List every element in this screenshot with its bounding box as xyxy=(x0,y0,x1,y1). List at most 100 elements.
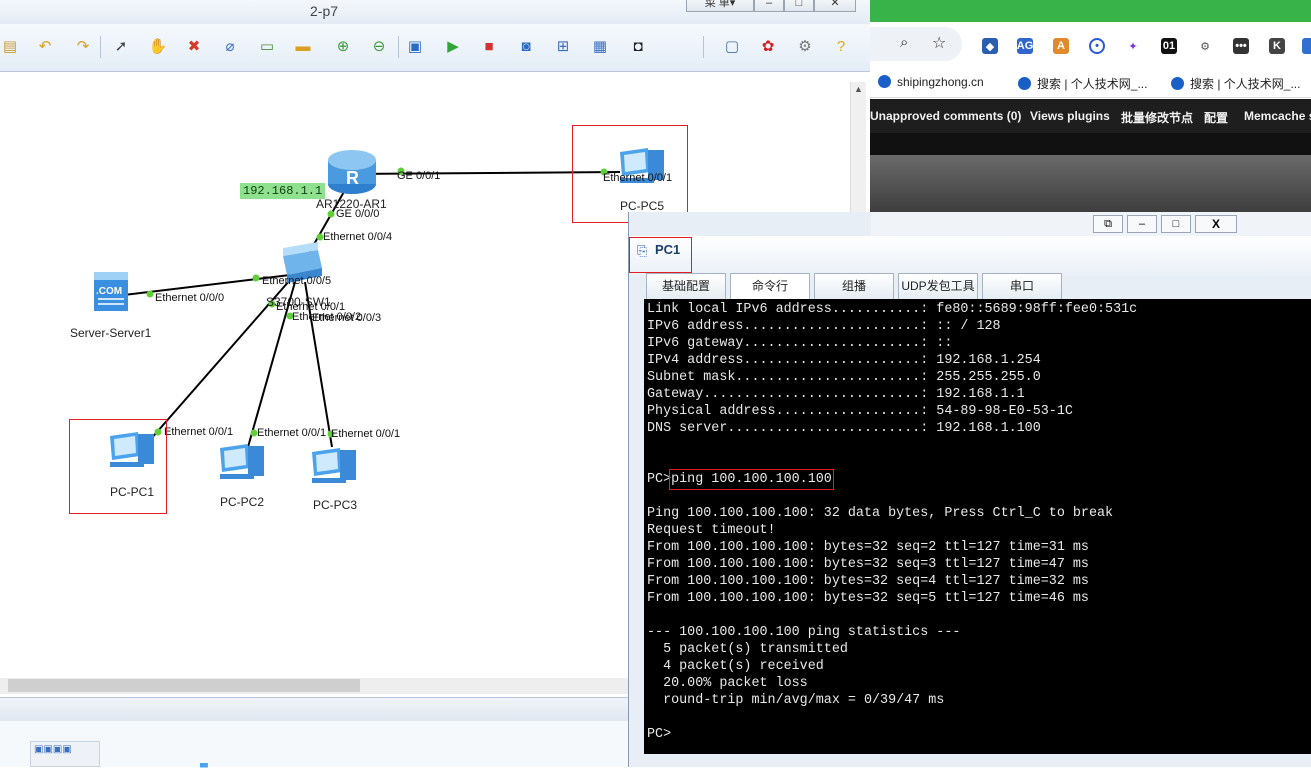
admin-link[interactable]: Views plugins xyxy=(1030,109,1110,123)
hand-drag-icon[interactable]: ✋ xyxy=(148,38,168,56)
address-bar[interactable]: ⌕ ☆ xyxy=(870,27,962,61)
switch-port-e004: Ethernet 0/0/4 xyxy=(323,231,393,243)
admin-link[interactable]: 配置 xyxy=(1204,109,1228,126)
scroll-up-arrow-icon[interactable]: ▲ xyxy=(854,84,863,94)
page-header-gray xyxy=(870,155,1311,212)
pc2-label[interactable]: PC-PC2 xyxy=(220,495,264,509)
switch-port-e003: Ethernet 0/0/3 xyxy=(312,312,382,324)
pc3-label[interactable]: PC-PC3 xyxy=(313,498,357,512)
tab-basic-config[interactable]: 基础配置 xyxy=(646,273,726,299)
pc2-icon xyxy=(220,444,264,479)
browser-window: ⌕ ☆ ◆ AG A • ✦ 01 ⚙ ••• K shipingzhong.c… xyxy=(870,0,1311,212)
zoom-out-icon[interactable]: ⊖ xyxy=(369,38,389,56)
pc1-header: ⎘ PC1 xyxy=(629,236,1311,276)
terminal-line: From 100.100.100.100: bytes=32 seq=3 ttl… xyxy=(647,557,1089,572)
sparkle-extension-icon[interactable]: ✦ xyxy=(1125,38,1141,54)
terminal-line: --- 100.100.100.100 ping statistics --- xyxy=(647,625,961,640)
pc1-title-bar: ⧉ – □ X xyxy=(871,212,1311,236)
pc1-title-selection-box xyxy=(629,237,692,273)
settings-gear-icon[interactable]: ⚙ xyxy=(795,38,815,56)
screenshot-icon[interactable]: ◘ xyxy=(628,38,648,56)
ensp-window-buttons: 菜 单▾ – □ ✕ xyxy=(686,0,856,12)
device-palette[interactable]: ▣▣▣▣ xyxy=(30,741,100,767)
browser-tab-strip xyxy=(870,0,1311,22)
terminal-line: DNS server........................: 192.… xyxy=(647,421,1041,436)
pc1-minimize-button[interactable]: – xyxy=(1127,215,1157,233)
ag-extension-icon[interactable]: AG xyxy=(1017,38,1033,54)
capture-icon[interactable]: ◙ xyxy=(516,38,536,56)
dots-extension-icon[interactable]: ••• xyxy=(1233,38,1249,54)
extension-icon[interactable] xyxy=(1302,38,1311,54)
device-palette-icon[interactable]: ▣▣▣▣ xyxy=(34,744,72,755)
undo-icon[interactable]: ↶ xyxy=(35,38,55,56)
restore-button[interactable]: ⧉ xyxy=(1093,215,1123,233)
pc1-maximize-button[interactable]: □ xyxy=(1161,215,1191,233)
extension-icon[interactable]: ◆ xyxy=(982,38,998,54)
toolbar-separator xyxy=(100,36,101,58)
help-icon[interactable]: ? xyxy=(831,38,851,56)
router-port-ge001: GE 0/0/1 xyxy=(397,170,441,182)
chat-icon[interactable]: ▢ xyxy=(722,38,742,56)
delete-icon[interactable]: ✖ xyxy=(184,38,204,56)
tab-multicast[interactable]: 组播 xyxy=(814,273,894,299)
terminal-line: Physical address..................: 54-8… xyxy=(647,404,1073,419)
menu-button[interactable]: 菜 单▾ xyxy=(686,0,754,12)
bookmark-favicon-icon xyxy=(878,75,891,88)
close-button[interactable]: ✕ xyxy=(814,0,856,12)
pc1-selection-box xyxy=(69,419,167,514)
tab-udp-tool[interactable]: UDP发包工具 xyxy=(898,273,978,299)
bookmark-item[interactable]: shipingzhong.cn xyxy=(878,75,984,89)
admin-link[interactable]: Memcache s xyxy=(1244,109,1311,123)
terminal-line: From 100.100.100.100: bytes=32 seq=5 ttl… xyxy=(647,591,1089,606)
huawei-logo-icon[interactable]: ✿ xyxy=(758,38,778,56)
fit-view-icon[interactable]: ▣ xyxy=(405,38,425,56)
zoom-in-icon[interactable]: ⊕ xyxy=(333,38,353,56)
minimize-button[interactable]: – xyxy=(754,0,784,12)
terminal-line: From 100.100.100.100: bytes=32 seq=4 ttl… xyxy=(647,574,1089,589)
zoom-icon[interactable]: ⌕ xyxy=(900,34,908,51)
gear-extension-icon[interactable]: ⚙ xyxy=(1197,38,1213,54)
terminal-line: Request timeout! xyxy=(647,523,776,538)
toolbar-separator xyxy=(703,36,704,58)
server-label[interactable]: Server-Server1 xyxy=(70,326,151,340)
pc5-selection-box xyxy=(572,125,688,223)
bookmark-label: 搜索 | 个人技术网_... xyxy=(1037,77,1148,91)
terminal-line: round-trip min/avg/max = 0/39/47 ms xyxy=(647,693,945,708)
bookmark-item[interactable]: 搜索 | 个人技术网_... xyxy=(1018,75,1147,92)
print-icon[interactable]: ▤ xyxy=(0,38,20,56)
start-device-icon[interactable]: ▶ xyxy=(443,38,463,56)
01-extension-icon[interactable]: 01 xyxy=(1161,38,1177,54)
router-icon: R xyxy=(328,150,376,194)
stop-device-icon[interactable]: ■ xyxy=(479,38,499,56)
translate-extension-icon[interactable]: A xyxy=(1053,38,1069,54)
scroll-thumb[interactable] xyxy=(8,679,360,692)
svg-text:.COM: .COM xyxy=(96,286,122,297)
face-extension-icon[interactable]: • xyxy=(1089,38,1105,54)
admin-link[interactable]: 批量修改节点 xyxy=(1121,109,1193,126)
text-note-icon[interactable]: ▭ xyxy=(257,38,277,56)
pc3-icon xyxy=(312,448,356,483)
pc1-window: ⧉ – □ X ⎘ PC1 基础配置 命令行 组播 UDP发包工具 串口 Lin… xyxy=(628,212,1311,767)
tab-serial[interactable]: 串口 xyxy=(982,273,1062,299)
bookmark-star-icon[interactable]: ☆ xyxy=(932,33,946,53)
bookmark-favicon-icon xyxy=(1171,77,1184,90)
tab-command-line[interactable]: 命令行 xyxy=(730,273,810,299)
router-ip-tag[interactable]: 192.168.1.1 xyxy=(240,183,326,199)
k-extension-icon[interactable]: K xyxy=(1269,38,1285,54)
pc1-close-button[interactable]: X xyxy=(1195,215,1237,233)
topology-icon[interactable]: ⊞ xyxy=(553,38,573,56)
redo-icon[interactable]: ↷ xyxy=(73,38,93,56)
device-thumb-icon[interactable]: ▃ xyxy=(200,757,208,768)
bookmark-item[interactable]: 搜索 | 个人技术网_... xyxy=(1171,75,1300,92)
terminal-line: 4 packet(s) received xyxy=(647,659,824,674)
delete-link-icon[interactable]: ⌀ xyxy=(220,38,240,56)
admin-link[interactable]: Unapproved comments (0) xyxy=(870,109,1021,123)
terminal-output[interactable]: Link local IPv6 address...........: fe80… xyxy=(644,299,1311,754)
maximize-button[interactable]: □ xyxy=(784,0,814,12)
terminal-line: 5 packet(s) transmitted xyxy=(647,642,848,657)
rectangle-icon[interactable]: ▬ xyxy=(293,38,313,56)
select-pointer-icon[interactable]: ➚ xyxy=(111,38,131,56)
grid-icon[interactable]: ▦ xyxy=(590,38,610,56)
